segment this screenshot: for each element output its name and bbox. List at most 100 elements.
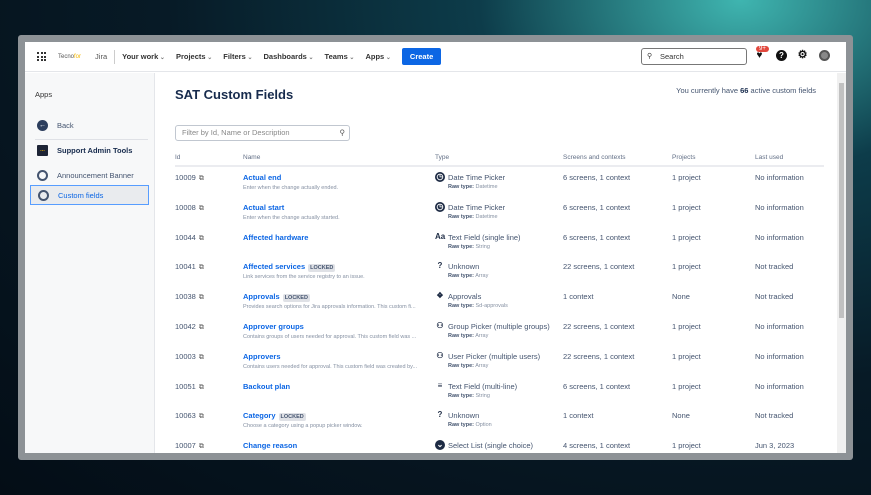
- id-text: 10063: [175, 411, 196, 421]
- help-icon[interactable]: ?: [776, 50, 787, 61]
- sidebar-item-announcement-banner[interactable]: Announcement Banner: [30, 165, 149, 185]
- last-used: No information: [755, 322, 804, 331]
- field-description: Enter when the change actually ended.: [243, 185, 339, 191]
- create-button[interactable]: Create: [401, 48, 442, 65]
- screens-contexts: 22 screens, 1 context: [563, 262, 635, 272]
- raw-type-value: Datetime: [475, 213, 498, 220]
- app-window: Tecnofor Jira Your work Projects Filters…: [18, 35, 853, 460]
- field-name-link[interactable]: Approvers: [243, 352, 281, 361]
- copy-icon[interactable]: ⧉: [199, 324, 204, 331]
- logo[interactable]: Tecnofor: [58, 54, 81, 60]
- id-text: 10038: [175, 292, 196, 302]
- nav-apps[interactable]: Apps: [365, 52, 390, 61]
- field-name-link[interactable]: Affected hardware: [243, 233, 308, 242]
- users-icon: ⚇: [436, 350, 444, 360]
- column-screens[interactable]: Screens and contexts: [563, 154, 626, 161]
- field-name-cell: Approvers Contains users needed for appro…: [243, 352, 417, 370]
- copy-icon[interactable]: ⧉: [199, 294, 204, 301]
- search-input[interactable]: ⚲ Search: [641, 48, 747, 65]
- copy-icon[interactable]: ⧉: [199, 205, 204, 212]
- field-type-cell: ◷ Date Time Picker Raw type: Datetime: [435, 201, 505, 220]
- field-description: Link services from the service registry …: [243, 274, 365, 281]
- id-text: 10007: [175, 441, 196, 451]
- copy-icon[interactable]: ⧉: [199, 264, 204, 271]
- raw-type-label: Raw type:: [448, 243, 474, 250]
- id-text: 10044: [175, 232, 196, 242]
- field-name-link[interactable]: Actual start: [243, 203, 284, 212]
- field-name-link[interactable]: Approver groups: [243, 322, 304, 331]
- table-row[interactable]: 10041 ⧉ Affected services LOCKED Link servi…: [156, 259, 836, 289]
- table-row[interactable]: 10051 ⧉ Backout plan ≡ Text Field (multi-l…: [156, 379, 836, 409]
- table-row[interactable]: 10009 ⧉ Actual end Enter when the change a…: [156, 170, 836, 200]
- column-name[interactable]: Name: [243, 154, 260, 161]
- top-nav: Tecnofor Jira Your work Projects Filters…: [25, 42, 846, 72]
- raw-type: Raw type: Datetime: [448, 214, 505, 220]
- copy-icon[interactable]: ⧉: [199, 413, 204, 420]
- field-type-cell: ⚇ User Picker (multiple users) Raw type: A…: [436, 351, 540, 369]
- product-name[interactable]: Jira: [95, 52, 107, 61]
- field-name-link[interactable]: Approvals: [243, 292, 280, 301]
- raw-type-label: Raw type:: [448, 184, 474, 190]
- nav-projects[interactable]: Projects: [176, 52, 212, 61]
- sidebar-item-custom-fields[interactable]: Custom fields: [30, 185, 149, 205]
- field-id: 10003 ⧉: [175, 352, 204, 362]
- nav-teams[interactable]: Teams: [325, 52, 355, 61]
- field-name-link[interactable]: Affected services: [243, 262, 305, 271]
- raw-type: Raw type: Array: [448, 333, 550, 339]
- copy-icon[interactable]: ⧉: [199, 354, 204, 361]
- field-name-cell: Actual end Enter when the change actually…: [243, 173, 338, 191]
- nav-filters[interactable]: Filters: [223, 52, 252, 61]
- settings-gear-icon[interactable]: ⚙: [797, 50, 808, 61]
- screens-contexts: 6 screens, 1 context: [563, 232, 631, 242]
- column-id[interactable]: Id: [175, 154, 180, 161]
- raw-type: Raw type: Array: [448, 363, 540, 369]
- copy-icon[interactable]: ⧉: [199, 384, 204, 391]
- id-text: 10003: [175, 351, 196, 361]
- projects: 1 project: [672, 232, 701, 242]
- search-icon: ⚲: [647, 53, 653, 60]
- copy-icon[interactable]: ⧉: [199, 443, 204, 450]
- last-used: Not tracked: [755, 292, 794, 302]
- table-row[interactable]: 10008 ⧉ Actual start Enter when the change…: [156, 200, 836, 230]
- sidebar-item-support-admin-tools[interactable]: … Support Admin Tools: [30, 140, 149, 160]
- filter-placeholder: Filter by Id, Name or Description: [182, 128, 290, 137]
- avatar[interactable]: [819, 50, 830, 61]
- app-switcher-icon[interactable]: [37, 52, 46, 61]
- gear-icon: [37, 169, 48, 181]
- field-type: Select List (single choice): [448, 441, 534, 451]
- column-projects[interactable]: Projects: [672, 154, 695, 161]
- table-row[interactable]: 10044 ⧉ Affected hardware Aa Text Field (s…: [156, 230, 836, 260]
- last-used: No information: [755, 351, 804, 361]
- copy-icon[interactable]: ⧉: [199, 175, 204, 182]
- field-name-link[interactable]: Category: [243, 411, 276, 420]
- group-icon: ⚇: [436, 321, 444, 330]
- scrollbar-thumb[interactable]: [839, 83, 844, 318]
- projects: 1 project: [672, 262, 701, 272]
- text-icon: Aa: [435, 231, 446, 241]
- table-row[interactable]: 10038 ⧉ Approvals LOCKED Provides search op…: [156, 289, 836, 319]
- sidebar-item-back[interactable]: ← Back: [30, 115, 149, 135]
- field-type-cell: ? Unknown Raw type: Array: [438, 261, 489, 279]
- projects: 1 project: [672, 322, 701, 331]
- field-name-link[interactable]: Backout plan: [243, 382, 290, 391]
- field-name-link[interactable]: Actual end: [243, 173, 281, 182]
- field-name-link[interactable]: Change reason: [243, 441, 297, 450]
- scrollbar[interactable]: [837, 73, 846, 453]
- table-row[interactable]: 10042 ⧉ Approver groups Contains groups of…: [156, 319, 836, 349]
- field-id: 10041 ⧉: [175, 262, 204, 272]
- nav-your-work[interactable]: Your work: [122, 52, 165, 61]
- table-row[interactable]: 10007 ⧉ Change reason ⌄ Select List (singl…: [156, 438, 836, 453]
- copy-icon[interactable]: ⧉: [199, 235, 204, 242]
- raw-type-label: Raw type:: [448, 362, 474, 369]
- field-type: Unknown: [448, 262, 480, 272]
- column-last-used[interactable]: Last used: [755, 154, 783, 161]
- filter-input[interactable]: Filter by Id, Name or Description ⚲: [175, 125, 350, 141]
- table-row[interactable]: 10003 ⧉ Approvers Contains users needed fo…: [156, 349, 836, 379]
- projects: 1 project: [672, 202, 701, 212]
- column-type[interactable]: Type: [435, 154, 449, 161]
- table-row[interactable]: 10063 ⧉ Category LOCKED Choose a category u…: [156, 408, 836, 438]
- last-used: No information: [755, 381, 804, 391]
- field-type: Unknown: [448, 411, 480, 421]
- approvals-icon: ❖: [436, 291, 444, 301]
- nav-dashboards[interactable]: Dashboards: [263, 52, 313, 61]
